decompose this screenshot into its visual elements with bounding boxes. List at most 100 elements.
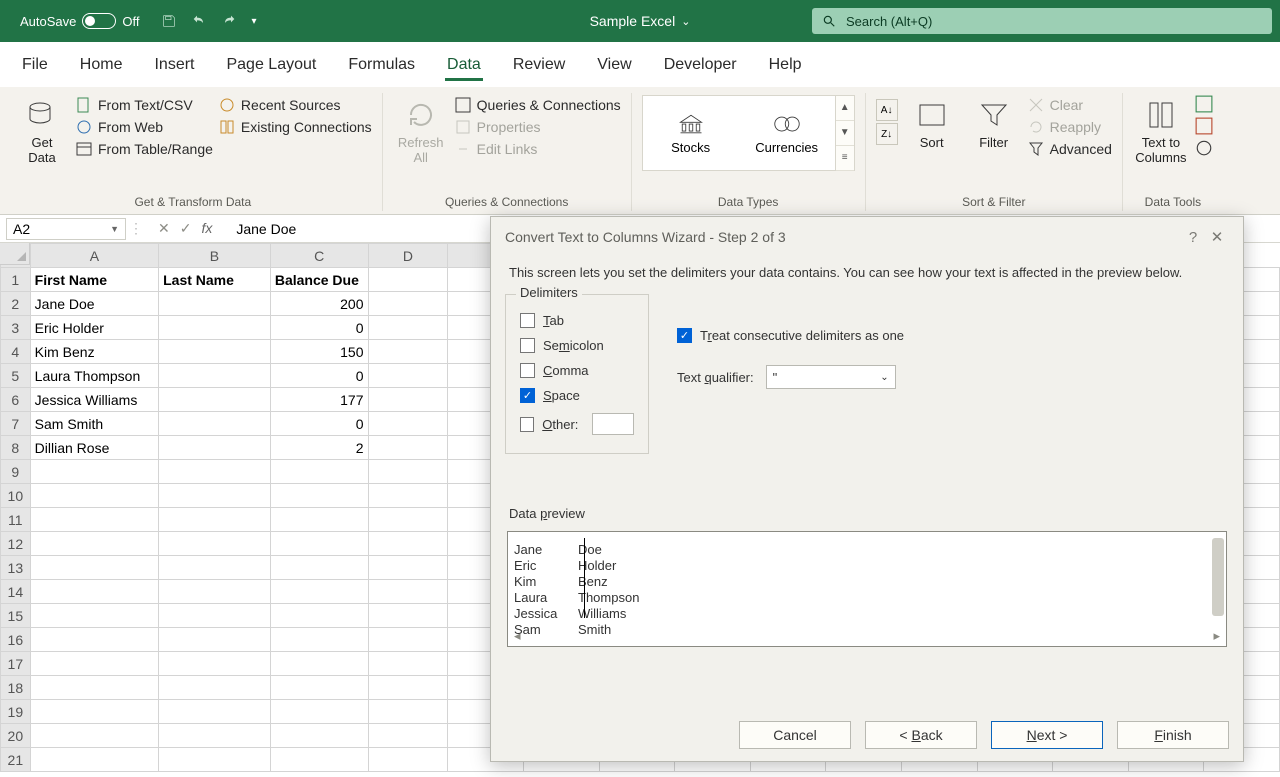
- cell[interactable]: [159, 604, 271, 628]
- text-qualifier-select[interactable]: "⌄: [766, 365, 896, 389]
- scroll-down-icon[interactable]: ▼: [836, 121, 854, 146]
- cell[interactable]: [368, 388, 448, 412]
- cell[interactable]: 0: [270, 316, 368, 340]
- row-header[interactable]: 10: [1, 484, 31, 508]
- cell[interactable]: Dillian Rose: [30, 436, 158, 460]
- row-header[interactable]: 7: [1, 412, 31, 436]
- data-validation-icon[interactable]: [1195, 139, 1213, 157]
- cell[interactable]: [30, 628, 158, 652]
- chevron-down-icon[interactable]: ▼: [110, 224, 119, 234]
- delimiter-comma-checkbox[interactable]: Comma: [520, 363, 634, 378]
- cell[interactable]: [270, 628, 368, 652]
- row-header[interactable]: 17: [1, 652, 31, 676]
- treat-consecutive-checkbox[interactable]: Treat consecutive delimiters as one: [677, 328, 904, 343]
- cancel-button[interactable]: Cancel: [739, 721, 851, 749]
- cell[interactable]: [270, 700, 368, 724]
- cell[interactable]: [368, 268, 448, 292]
- cell[interactable]: Last Name: [159, 268, 271, 292]
- row-header[interactable]: 1: [1, 268, 31, 292]
- cell[interactable]: [368, 436, 448, 460]
- cell[interactable]: [30, 484, 158, 508]
- cell[interactable]: [159, 700, 271, 724]
- save-icon[interactable]: [161, 13, 177, 29]
- advanced-button[interactable]: Advanced: [1028, 141, 1112, 157]
- cell[interactable]: [368, 724, 448, 748]
- remove-duplicates-icon[interactable]: [1195, 117, 1213, 135]
- cell[interactable]: 200: [270, 292, 368, 316]
- cell[interactable]: [159, 436, 271, 460]
- cell[interactable]: 150: [270, 340, 368, 364]
- row-header[interactable]: 6: [1, 388, 31, 412]
- cell[interactable]: [159, 364, 271, 388]
- cell[interactable]: [368, 676, 448, 700]
- search-input[interactable]: Search (Alt+Q): [812, 8, 1272, 34]
- cell[interactable]: [368, 508, 448, 532]
- sort-asc-button[interactable]: A↓: [876, 99, 898, 121]
- cell[interactable]: [368, 340, 448, 364]
- help-icon[interactable]: ?: [1181, 229, 1205, 246]
- preview-scrollbar-v[interactable]: [1212, 538, 1224, 616]
- cell[interactable]: [270, 652, 368, 676]
- cell[interactable]: [270, 532, 368, 556]
- close-icon[interactable]: ✕: [1205, 228, 1229, 246]
- cell[interactable]: [30, 652, 158, 676]
- cell[interactable]: [270, 604, 368, 628]
- autosave-toggle[interactable]: AutoSave Off: [20, 13, 139, 29]
- row-header[interactable]: 14: [1, 580, 31, 604]
- gallery-scroll[interactable]: ▲▼≡: [835, 96, 854, 171]
- cell[interactable]: 0: [270, 364, 368, 388]
- cell[interactable]: [368, 652, 448, 676]
- cell[interactable]: [159, 484, 271, 508]
- stocks-type[interactable]: Stocks: [643, 106, 739, 161]
- cell[interactable]: [368, 316, 448, 340]
- tab-home[interactable]: Home: [78, 52, 125, 81]
- row-header[interactable]: 16: [1, 628, 31, 652]
- enter-icon[interactable]: ✓: [180, 220, 192, 237]
- tab-developer[interactable]: Developer: [662, 52, 739, 81]
- tab-file[interactable]: File: [20, 52, 50, 81]
- dialog-titlebar[interactable]: Convert Text to Columns Wizard - Step 2 …: [491, 217, 1243, 257]
- cell[interactable]: 177: [270, 388, 368, 412]
- cell[interactable]: [159, 460, 271, 484]
- flash-fill-icon[interactable]: [1195, 95, 1213, 113]
- cell[interactable]: [159, 676, 271, 700]
- row-header[interactable]: 21: [1, 748, 31, 772]
- get-data-button[interactable]: Get Data: [14, 93, 70, 165]
- col-header-D[interactable]: D: [368, 244, 448, 268]
- cell[interactable]: [30, 748, 158, 772]
- cell[interactable]: Kim Benz: [30, 340, 158, 364]
- cell[interactable]: [159, 580, 271, 604]
- cell[interactable]: [159, 652, 271, 676]
- cell[interactable]: [270, 748, 368, 772]
- existing-connections-button[interactable]: Existing Connections: [219, 119, 372, 135]
- scroll-up-icon[interactable]: ▲: [836, 96, 854, 121]
- cell[interactable]: [159, 340, 271, 364]
- row-header[interactable]: 20: [1, 724, 31, 748]
- cell[interactable]: [368, 628, 448, 652]
- row-header[interactable]: 4: [1, 340, 31, 364]
- filter-button[interactable]: Filter: [966, 93, 1022, 150]
- cell[interactable]: Sam Smith: [30, 412, 158, 436]
- tab-insert[interactable]: Insert: [152, 52, 196, 81]
- cell[interactable]: [368, 580, 448, 604]
- text-to-columns-button[interactable]: Text to Columns: [1133, 93, 1189, 165]
- tab-page-layout[interactable]: Page Layout: [224, 52, 318, 81]
- row-header[interactable]: 13: [1, 556, 31, 580]
- row-header[interactable]: 5: [1, 364, 31, 388]
- cell[interactable]: [368, 556, 448, 580]
- cell[interactable]: [159, 748, 271, 772]
- col-header-C[interactable]: C: [270, 244, 368, 268]
- row-header[interactable]: 3: [1, 316, 31, 340]
- redo-icon[interactable]: [221, 13, 237, 29]
- tab-help[interactable]: Help: [767, 52, 804, 81]
- from-table-range-button[interactable]: From Table/Range: [76, 141, 213, 157]
- cell[interactable]: [159, 556, 271, 580]
- recent-sources-button[interactable]: Recent Sources: [219, 97, 372, 113]
- col-header-B[interactable]: B: [159, 244, 271, 268]
- cell[interactable]: Jane Doe: [30, 292, 158, 316]
- finish-button[interactable]: Finish: [1117, 721, 1229, 749]
- cell[interactable]: [270, 676, 368, 700]
- document-title[interactable]: Sample Excel ⌄: [590, 13, 691, 29]
- row-header[interactable]: 9: [1, 460, 31, 484]
- preview-scrollbar-h[interactable]: ◂▸: [514, 628, 1220, 642]
